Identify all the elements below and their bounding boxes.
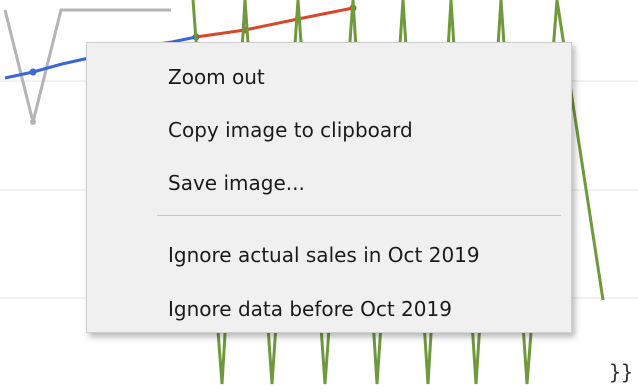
menu-item-copy-image[interactable]: Copy image to clipboard bbox=[87, 106, 571, 154]
blue-series-point bbox=[29, 68, 37, 76]
menu-item-label: Save image... bbox=[168, 171, 305, 195]
screenshot-stage: Zoom out Copy image to clipboard Save im… bbox=[0, 0, 638, 392]
menu-item-zoom-out[interactable]: Zoom out bbox=[87, 53, 571, 101]
menu-item-label: Ignore data before Oct 2019 bbox=[168, 297, 452, 321]
menu-item-save-image[interactable]: Save image... bbox=[87, 159, 571, 207]
menu-item-ignore-actual-sales[interactable]: Ignore actual sales in Oct 2019 bbox=[87, 231, 571, 279]
red-series-line bbox=[195, 6, 354, 39]
menu-separator bbox=[157, 215, 561, 216]
context-menu: Zoom out Copy image to clipboard Save im… bbox=[86, 42, 572, 333]
menu-item-label: Ignore actual sales in Oct 2019 bbox=[168, 243, 480, 267]
red-series bbox=[195, 4, 357, 39]
trailing-brace-text: }} bbox=[609, 360, 634, 384]
menu-item-label: Copy image to clipboard bbox=[168, 118, 413, 142]
gray-series-point bbox=[30, 119, 36, 125]
menu-item-label: Zoom out bbox=[168, 65, 265, 89]
menu-item-ignore-data-before[interactable]: Ignore data before Oct 2019 bbox=[87, 285, 571, 333]
